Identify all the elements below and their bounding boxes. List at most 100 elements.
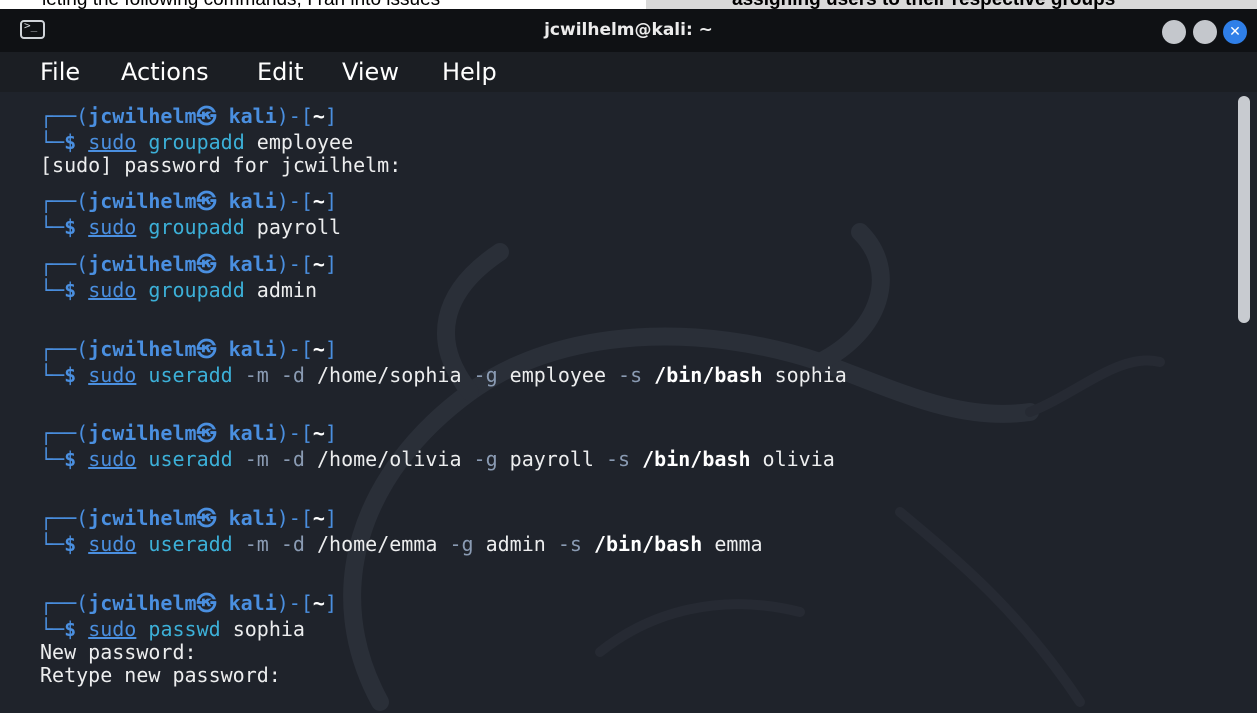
command-line: └─$ sudo passwd sophia [40, 617, 305, 641]
prompt-corner: └─ [40, 532, 65, 556]
terminal-output[interactable]: ┌──(jcwilhelm㉿ kali)-[~] └─$ sudo groupad… [0, 92, 1257, 713]
prompt-dollar: $ [64, 363, 77, 387]
prompt-dollar: $ [64, 130, 77, 154]
prompt-close-bracket: ] [324, 337, 337, 361]
prompt-close-paren: )-[ [276, 104, 313, 128]
prompt-close-bracket: ] [324, 104, 337, 128]
prompt-user: jcwilhelm [88, 252, 197, 276]
prompt-corner: └─ [40, 278, 65, 302]
prompt-at-symbol: ㉿ [196, 189, 217, 213]
command-args: payroll [244, 215, 342, 239]
prompt-at-symbol: ㉿ [196, 104, 217, 128]
prompt-dir: ~ [312, 506, 325, 530]
prompt-close-paren: )-[ [276, 591, 313, 615]
command-username: olivia [750, 447, 835, 471]
prompt-corner: └─ [40, 617, 65, 641]
command-line: └─$ sudo useradd -m -d /home/olivia -g p… [40, 447, 835, 471]
output-line: Retype new password: [40, 663, 281, 687]
prompt-close-paren: )-[ [276, 421, 313, 445]
prompt-dollar: $ [64, 278, 77, 302]
command-name: useradd [148, 447, 233, 471]
prompt-close-bracket: ] [324, 189, 337, 213]
menu-help[interactable]: Help [442, 52, 497, 92]
prompt-at-symbol: ㉿ [196, 337, 217, 361]
command-sudo: sudo [88, 363, 137, 387]
prompt-user: jcwilhelm [88, 421, 197, 445]
command-group: payroll [497, 447, 594, 471]
prompt-open: ┌──( [40, 506, 89, 530]
command-home-path: /home/sophia [304, 363, 462, 387]
output-line: [sudo] password for jcwilhelm: [40, 153, 402, 177]
prompt-close-bracket: ] [324, 506, 337, 530]
terminal-window: >_ jcwilhelm@kali: ~ ✕ File Actions Edit… [0, 9, 1257, 713]
command-args: admin [244, 278, 317, 302]
close-icon: ✕ [1229, 24, 1241, 40]
output-line: New password: [40, 640, 197, 664]
command-args: sophia [220, 617, 305, 641]
prompt-dir: ~ [312, 337, 325, 361]
command-option: -g [461, 447, 498, 471]
command-username: sophia [762, 363, 847, 387]
prompt-user: jcwilhelm [88, 506, 197, 530]
document-text-bold: assigning users to their respective grou… [732, 0, 1115, 9]
prompt-corner: └─ [40, 447, 65, 471]
command-sudo: sudo [88, 617, 137, 641]
prompt-at-symbol: ㉿ [196, 421, 217, 445]
menu-edit[interactable]: Edit [257, 52, 303, 92]
prompt-line: ┌──(jcwilhelm㉿ kali)-[~] [40, 104, 337, 128]
prompt-dir: ~ [312, 104, 325, 128]
command-option: -s [545, 532, 582, 556]
menu-file[interactable]: File [40, 52, 80, 92]
command-line: └─$ sudo useradd -m -d /home/emma -g adm… [40, 532, 763, 556]
prompt-user: jcwilhelm [88, 337, 197, 361]
scrollbar-thumb[interactable] [1238, 96, 1250, 323]
command-option: -m -d [232, 447, 305, 471]
close-button[interactable]: ✕ [1223, 20, 1247, 44]
command-sudo: sudo [88, 215, 137, 239]
minimize-button[interactable] [1162, 20, 1186, 44]
maximize-button[interactable] [1193, 20, 1217, 44]
command-name: useradd [148, 363, 233, 387]
command-sudo: sudo [88, 447, 137, 471]
prompt-dir: ~ [312, 189, 325, 213]
prompt-close-paren: )-[ [276, 506, 313, 530]
command-sudo: sudo [88, 532, 137, 556]
prompt-line: ┌──(jcwilhelm㉿ kali)-[~] [40, 252, 337, 276]
command-shell: /bin/bash [581, 532, 703, 556]
command-username: emma [702, 532, 763, 556]
prompt-close-bracket: ] [324, 591, 337, 615]
menu-view[interactable]: View [342, 52, 399, 92]
prompt-close-paren: )-[ [276, 189, 313, 213]
prompt-open: ┌──( [40, 104, 89, 128]
command-group: employee [497, 363, 606, 387]
prompt-line: ┌──(jcwilhelm㉿ kali)-[~] [40, 189, 337, 213]
command-option: -m -d [232, 363, 305, 387]
prompt-close-bracket: ] [324, 421, 337, 445]
command-option: -s [593, 447, 631, 471]
prompt-host: kali [216, 421, 277, 445]
prompt-line: ┌──(jcwilhelm㉿ kali)-[~] [40, 506, 337, 530]
titlebar[interactable]: >_ jcwilhelm@kali: ~ ✕ [0, 9, 1257, 52]
prompt-at-symbol: ㉿ [196, 591, 217, 615]
prompt-host: kali [216, 104, 277, 128]
prompt-open: ┌──( [40, 591, 89, 615]
prompt-open: ┌──( [40, 337, 89, 361]
prompt-dir: ~ [312, 421, 325, 445]
prompt-dollar: $ [64, 447, 77, 471]
menu-actions[interactable]: Actions [121, 52, 209, 92]
prompt-host: kali [216, 252, 277, 276]
prompt-dollar: $ [64, 532, 77, 556]
prompt-user: jcwilhelm [88, 189, 197, 213]
document-strip: leting the following commands, I ran int… [0, 0, 1257, 9]
command-name: groupadd [148, 278, 245, 302]
document-text: leting the following commands, I ran int… [42, 0, 440, 9]
